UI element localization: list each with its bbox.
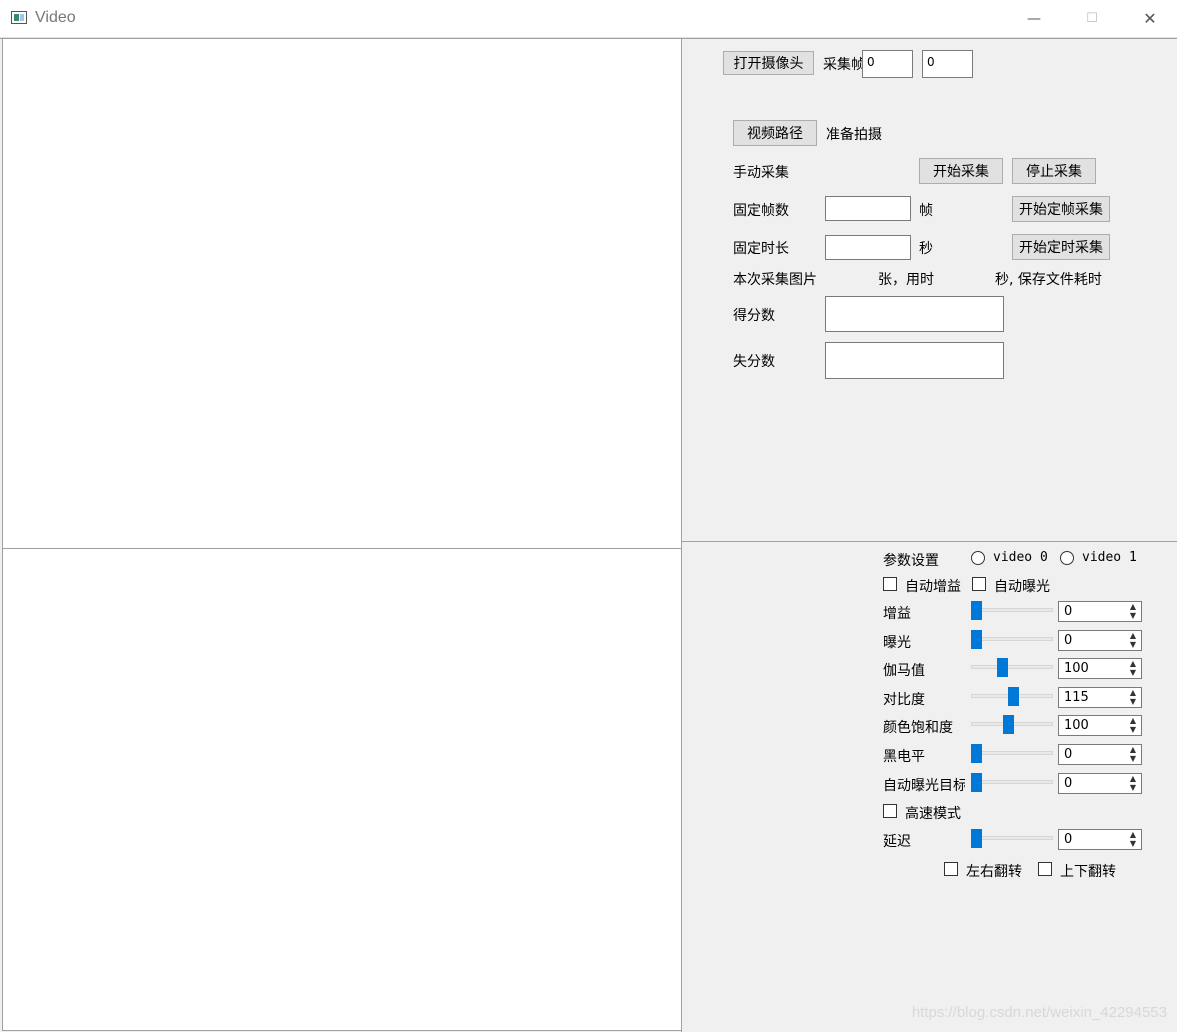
params-title: 参数设置 (883, 553, 939, 569)
manual-capture-label: 手动采集 (733, 165, 789, 181)
param-value: 0 (1064, 604, 1073, 619)
param-slider-handle[interactable] (971, 773, 982, 792)
spin-arrows-icon[interactable]: ▲ ▼ (1127, 745, 1139, 764)
video0-radio[interactable] (971, 551, 985, 565)
param-spinbox[interactable]: 100 ▲ ▼ (1058, 715, 1142, 736)
delay-value: 0 (1064, 832, 1073, 847)
video-view-top (2, 38, 682, 549)
param-slider-handle[interactable] (971, 630, 982, 649)
start-fixed-frame-button[interactable]: 开始定帧采集 (1012, 196, 1110, 222)
app-icon (11, 11, 27, 24)
seconds-unit-label: 秒 (919, 241, 933, 257)
param-slider-handle[interactable] (1008, 687, 1019, 706)
minimize-button[interactable]: — (1005, 0, 1063, 37)
param-slider-track[interactable] (971, 665, 1053, 669)
title-bar (0, 0, 1177, 38)
param-spinbox[interactable]: 100 ▲ ▼ (1058, 658, 1142, 679)
param-slider-track[interactable] (971, 637, 1053, 641)
video0-label: video 0 (993, 550, 1048, 565)
param-spinbox[interactable]: 0 ▲ ▼ (1058, 630, 1142, 651)
delay-label: 延迟 (883, 834, 911, 850)
fixed-duration-label: 固定时长 (733, 241, 789, 257)
param-label: 曝光 (883, 635, 911, 651)
param-value: 0 (1064, 633, 1073, 648)
fixed-frames-label: 固定帧数 (733, 203, 789, 219)
param-label: 自动曝光目标 (883, 778, 965, 794)
video-path-button[interactable]: 视频路径 (733, 120, 817, 146)
video1-radio[interactable] (1060, 551, 1074, 565)
param-value: 0 (1064, 776, 1073, 791)
param-spinbox[interactable]: 0 ▲ ▼ (1058, 744, 1142, 765)
capture-frame-label: 采集帧 (823, 57, 863, 73)
param-slider-track[interactable] (971, 608, 1053, 612)
video1-label: video 1 (1082, 550, 1137, 565)
frame-input-2[interactable]: 0 (922, 50, 973, 78)
spin-arrows-icon[interactable]: ▲ ▼ (1127, 602, 1139, 621)
param-label: 黑电平 (883, 749, 925, 765)
lost-score-label: 失分数 (733, 354, 775, 370)
frame-input-1[interactable]: 0 (862, 50, 913, 78)
param-spinbox[interactable]: 0 ▲ ▼ (1058, 601, 1142, 622)
auto-gain-checkbox[interactable] (883, 577, 897, 591)
maximize-button[interactable]: ☐ (1063, 0, 1121, 37)
auto-exposure-checkbox[interactable] (972, 577, 986, 591)
param-slider-handle[interactable] (971, 744, 982, 763)
lost-score-field[interactable] (825, 342, 1004, 379)
param-label: 对比度 (883, 692, 925, 708)
param-slider-handle[interactable] (1003, 715, 1014, 734)
param-value: 100 (1064, 661, 1089, 676)
param-spinbox[interactable]: 0 ▲ ▼ (1058, 773, 1142, 794)
spin-arrows-icon[interactable]: ▲ ▼ (1127, 830, 1139, 849)
param-label: 伽马值 (883, 663, 925, 679)
param-value: 100 (1064, 718, 1089, 733)
auto-gain-label: 自动增益 (905, 579, 961, 595)
param-spinbox[interactable]: 115 ▲ ▼ (1058, 687, 1142, 708)
spin-arrows-icon[interactable]: ▲ ▼ (1127, 774, 1139, 793)
delay-slider-track[interactable] (971, 836, 1053, 840)
summary-suffix: 秒, 保存文件耗时 (995, 272, 1102, 288)
frame-border (0, 38, 1177, 39)
delay-slider-handle[interactable] (971, 829, 982, 848)
flip-lr-label: 左右翻转 (966, 864, 1022, 880)
spin-arrows-icon[interactable]: ▲ ▼ (1127, 716, 1139, 735)
param-label: 增益 (883, 606, 911, 622)
status-label: 准备拍摄 (826, 127, 882, 143)
frames-unit-label: 帧 (919, 203, 933, 219)
flip-ud-label: 上下翻转 (1060, 864, 1116, 880)
high-speed-checkbox[interactable] (883, 804, 897, 818)
score-field[interactable] (825, 296, 1004, 332)
fixed-frames-input[interactable] (825, 196, 911, 221)
stop-capture-button[interactable]: 停止采集 (1012, 158, 1096, 184)
param-slider-track[interactable] (971, 751, 1053, 755)
summary-mid: 张，用时 (878, 272, 934, 288)
fixed-duration-input[interactable] (825, 235, 911, 260)
flip-ud-checkbox[interactable] (1038, 862, 1052, 876)
score-label: 得分数 (733, 308, 775, 324)
param-value: 115 (1064, 690, 1089, 705)
param-label: 颜色饱和度 (883, 720, 953, 736)
spin-arrows-icon[interactable]: ▲ ▼ (1127, 659, 1139, 678)
param-value: 0 (1064, 747, 1073, 762)
flip-lr-checkbox[interactable] (944, 862, 958, 876)
high-speed-label: 高速模式 (905, 806, 961, 822)
delay-spinbox[interactable]: 0 ▲ ▼ (1058, 829, 1142, 850)
window-title: Video (35, 9, 76, 26)
spin-arrows-icon[interactable]: ▲ ▼ (1127, 688, 1139, 707)
watermark: https://blog.csdn.net/weixin_42294553 (911, 1004, 1167, 1021)
param-slider-handle[interactable] (971, 601, 982, 620)
summary-prefix: 本次采集图片 (733, 272, 817, 288)
param-slider-track[interactable] (971, 780, 1053, 784)
auto-exposure-label: 自动曝光 (994, 579, 1050, 595)
param-slider-handle[interactable] (997, 658, 1008, 677)
section-divider (682, 541, 1177, 542)
start-capture-button[interactable]: 开始采集 (919, 158, 1003, 184)
open-camera-button[interactable]: 打开摄像头 (723, 51, 814, 75)
panel-divider (681, 38, 682, 1032)
video-view-bottom (2, 548, 682, 1031)
close-button[interactable]: ✕ (1121, 0, 1177, 37)
start-timed-button[interactable]: 开始定时采集 (1012, 234, 1110, 260)
spin-arrows-icon[interactable]: ▲ ▼ (1127, 631, 1139, 650)
